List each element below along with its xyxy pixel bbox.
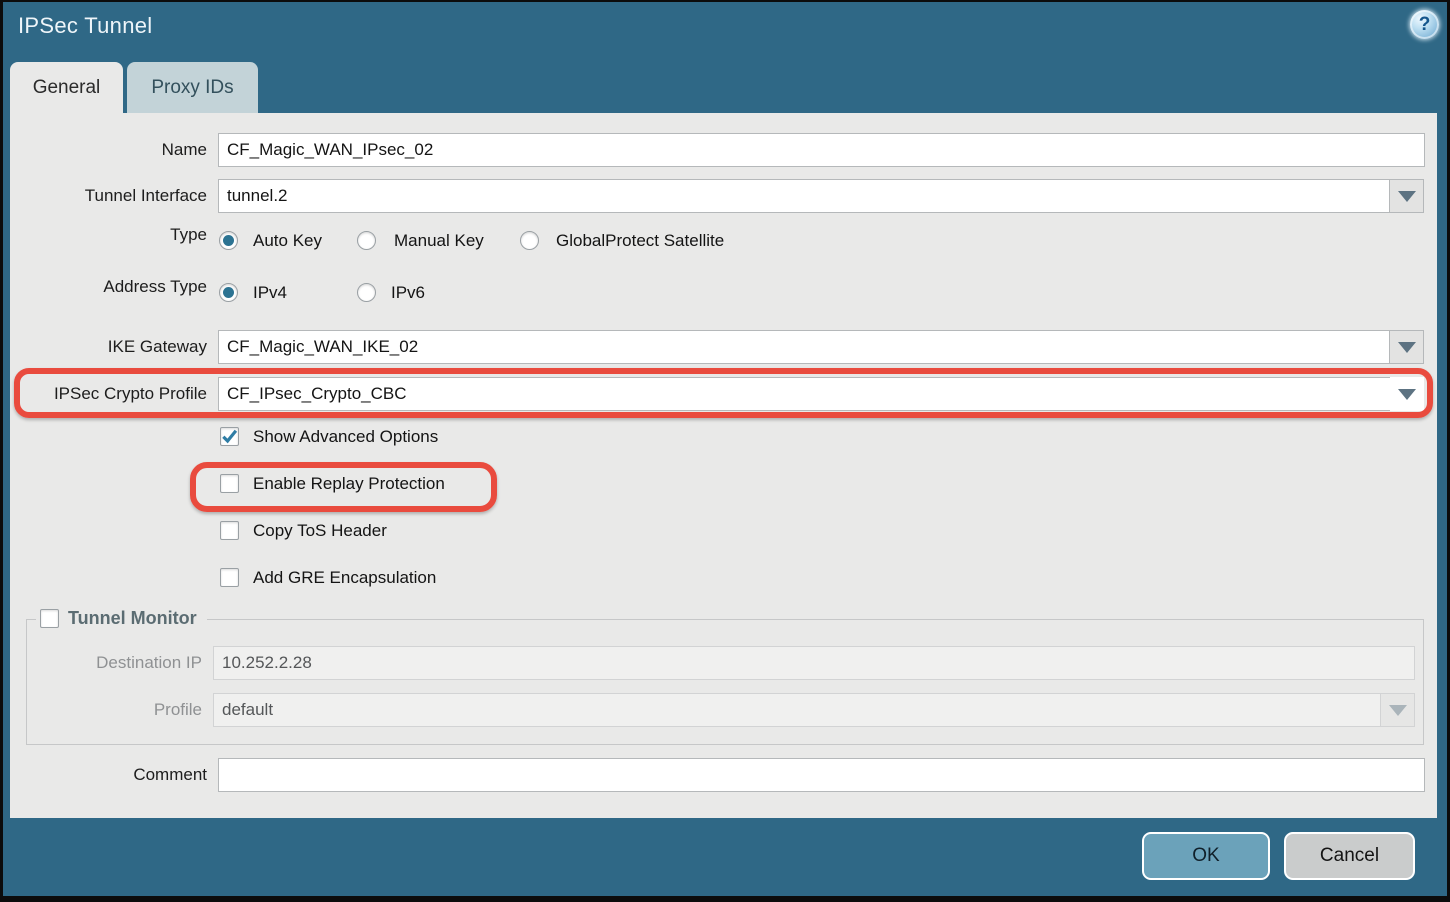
- address-type-label: Address Type: [0, 277, 207, 297]
- tunnel-monitor-label: Tunnel Monitor: [68, 608, 197, 629]
- ipsec-crypto-profile-dropdown-button[interactable]: [1390, 377, 1424, 411]
- ike-gateway-label: IKE Gateway: [0, 330, 207, 364]
- comment-label: Comment: [0, 758, 207, 792]
- ike-gateway-input[interactable]: [218, 330, 1390, 364]
- tunnel-interface-input[interactable]: [218, 179, 1390, 213]
- tunnel-monitor-legend: Tunnel Monitor: [36, 606, 207, 631]
- ipsec-tunnel-dialog: IPSec Tunnel ? General Proxy IDs Name Tu…: [0, 0, 1450, 902]
- help-glyph: ?: [1419, 14, 1431, 36]
- radio-globalprotect-satellite-label: GlobalProtect Satellite: [556, 231, 724, 250]
- radio-manual-key[interactable]: [357, 231, 376, 250]
- dialog-title: IPSec Tunnel: [18, 13, 152, 39]
- tunnel-monitor-checkbox[interactable]: [40, 609, 59, 628]
- copy-tos-header-checkbox[interactable]: [220, 521, 239, 540]
- help-icon[interactable]: ?: [1410, 10, 1439, 39]
- radio-auto-key[interactable]: [219, 231, 238, 250]
- add-gre-encapsulation-checkbox[interactable]: [220, 568, 239, 587]
- radio-ipv6-label: IPv6: [391, 283, 425, 302]
- ipsec-crypto-profile-label: IPSec Crypto Profile: [0, 377, 207, 411]
- profile-dropdown-button: [1381, 693, 1415, 727]
- name-label: Name: [0, 133, 207, 167]
- chevron-down-icon: [1398, 389, 1416, 400]
- tunnel-interface-label: Tunnel Interface: [0, 179, 207, 213]
- radio-dot: [223, 235, 234, 246]
- comment-input[interactable]: [218, 758, 1425, 792]
- radio-globalprotect-satellite[interactable]: [520, 231, 539, 250]
- enable-replay-protection-label: Enable Replay Protection: [253, 474, 445, 493]
- cancel-button[interactable]: Cancel: [1284, 832, 1415, 880]
- chevron-down-icon: [1398, 191, 1416, 202]
- radio-ipv4-label: IPv4: [253, 283, 287, 302]
- radio-auto-key-label: Auto Key: [253, 231, 322, 250]
- tunnel-interface-dropdown-button[interactable]: [1390, 179, 1424, 213]
- profile-label: Profile: [0, 693, 202, 727]
- enable-replay-protection-checkbox[interactable]: [220, 474, 239, 493]
- show-advanced-options-checkbox[interactable]: [220, 427, 239, 446]
- profile-input: [213, 693, 1381, 727]
- radio-manual-key-label: Manual Key: [394, 231, 484, 250]
- radio-ipv6[interactable]: [357, 283, 376, 302]
- ipsec-crypto-profile-input[interactable]: [218, 377, 1390, 411]
- ok-button[interactable]: OK: [1142, 832, 1270, 880]
- radio-ipv4[interactable]: [219, 283, 238, 302]
- type-label: Type: [0, 225, 207, 245]
- tab-general[interactable]: General: [10, 62, 123, 113]
- show-advanced-options-label: Show Advanced Options: [253, 427, 438, 446]
- destination-ip-label: Destination IP: [0, 646, 202, 680]
- copy-tos-header-label: Copy ToS Header: [253, 521, 387, 540]
- checkmark-icon: [221, 428, 238, 445]
- add-gre-encapsulation-label: Add GRE Encapsulation: [253, 568, 436, 587]
- tab-proxy-ids[interactable]: Proxy IDs: [127, 62, 258, 113]
- chevron-down-icon: [1398, 342, 1416, 353]
- destination-ip-input: [213, 646, 1415, 680]
- radio-dot: [223, 287, 234, 298]
- name-input[interactable]: [218, 133, 1425, 167]
- chevron-down-icon: [1389, 705, 1407, 716]
- ike-gateway-dropdown-button[interactable]: [1390, 330, 1424, 364]
